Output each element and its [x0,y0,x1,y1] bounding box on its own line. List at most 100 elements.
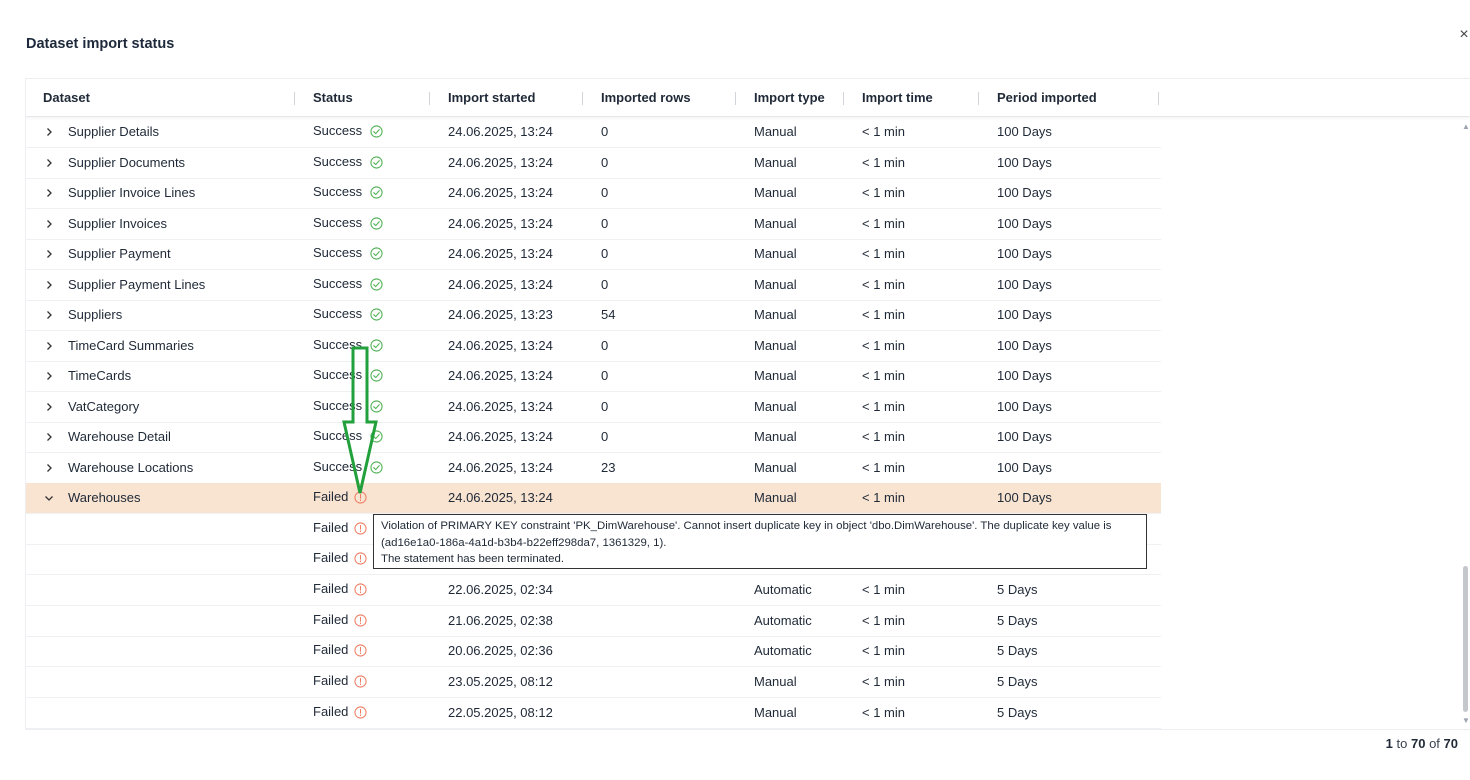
chevron-right-icon[interactable] [43,218,55,230]
import-started: 24.06.2025, 13:24 [448,276,553,292]
alert-circle-icon [354,522,367,535]
dataset-name: Supplier Payment Lines [68,276,206,292]
column-resize-handle[interactable] [735,92,736,105]
period-imported: 5 Days [997,674,1038,689]
check-circle-icon [370,247,383,260]
chevron-right-icon[interactable] [43,187,55,199]
import-started: 20.06.2025, 02:36 [448,643,553,658]
table-row[interactable]: Suppliers Success 24.06.2025, 13:23 54 Manua… [26,300,1161,331]
import-time: < 1 min [862,154,905,170]
period-imported: 5 Days [997,643,1038,658]
dataset-name: Warehouses [68,490,141,505]
period-imported: 100 Days [997,185,1052,200]
chevron-right-icon[interactable] [43,309,55,321]
import-started: 24.06.2025, 13:24 [448,215,553,231]
table-row[interactable]: Supplier Documents Success 24.06.2025, 13:… [26,148,1161,179]
imported-rows: 0 [601,246,609,261]
table-row[interactable]: Supplier Invoices Success 24.06.2025, 13:2… [26,209,1161,240]
dataset-name: TimeCard Summaries [68,337,194,353]
period-imported: 100 Days [997,276,1052,292]
column-resize-handle[interactable] [843,92,844,105]
status-text: Success [313,214,363,230]
imported-rows: 54 [601,307,616,322]
chevron-down-icon[interactable] [43,492,55,504]
import-type: Manual [754,276,797,292]
import-time: < 1 min [862,185,905,200]
history-row[interactable]: Failed 22.06.2025, 02:34 Automatic < 1 min 5… [26,575,1161,606]
imported-rows: 0 [601,337,609,353]
table-row[interactable]: Supplier Payment Lines Success 24.06.2025,… [26,270,1161,301]
column-resize-handle[interactable] [978,92,979,105]
period-imported: 100 Days [997,429,1052,444]
column-resize-handle[interactable] [582,92,583,105]
chevron-right-icon[interactable] [43,401,55,413]
table-row[interactable]: Supplier Payment Success 24.06.2025, 13:24… [26,239,1161,270]
chevron-right-icon[interactable] [43,462,55,474]
chevron-right-icon[interactable] [43,157,55,169]
scroll-up-icon[interactable]: ▲ [1462,122,1470,131]
import-time: < 1 min [862,582,905,597]
period-imported: 100 Days [997,246,1052,261]
column-header-import-type[interactable]: Import type [754,79,825,117]
import-started: 24.06.2025, 13:23 [448,307,553,322]
column-header-imported-rows[interactable]: Imported rows [601,79,691,117]
close-icon[interactable]: × [1456,26,1470,44]
column-resize-handle[interactable] [294,92,295,105]
import-type: Automatic [754,613,812,628]
column-header-dataset[interactable]: Dataset [43,79,90,117]
table-row[interactable]: Warehouse Detail Success 24.06.2025, 13:24… [26,422,1161,453]
chevron-right-icon[interactable] [43,340,55,352]
import-time: < 1 min [862,429,905,444]
import-type: Manual [754,429,797,444]
import-started: 24.06.2025, 13:24 [448,337,553,353]
column-header-import-started[interactable]: Import started [448,79,535,117]
grid-body: Supplier Details Success 24.06.2025, 13:24… [26,117,1161,729]
check-circle-icon [370,155,383,169]
chevron-right-icon[interactable] [43,431,55,443]
chevron-right-icon[interactable] [43,279,55,291]
column-header-import-time[interactable]: Import time [862,79,933,117]
history-row[interactable]: Failed 23.05.2025, 08:12 Manual < 1 min 5 Da… [26,667,1161,698]
dataset-name: TimeCards [68,368,132,383]
import-started: 24.06.2025, 13:24 [448,124,553,139]
alert-circle-icon [354,583,367,596]
import-started: 22.05.2025, 08:12 [448,705,553,720]
table-row[interactable]: Supplier Details Success 24.06.2025, 13:24… [26,117,1161,148]
chevron-right-icon[interactable] [43,126,55,138]
history-row[interactable]: Failed 20.06.2025, 02:36 Automatic < 1 min 5… [26,636,1161,667]
table-row[interactable]: Supplier Invoice Lines Success 24.06.2025,… [26,178,1161,209]
scroll-down-icon[interactable]: ▼ [1462,716,1470,725]
column-resize-handle[interactable] [429,92,430,105]
modal-title: Dataset import status [26,36,175,52]
import-time: < 1 min [862,307,905,322]
import-started: 22.06.2025, 02:34 [448,582,553,597]
column-header-status[interactable]: Status [313,79,353,117]
column-header-period-imported[interactable]: Period imported [997,79,1097,117]
import-time: < 1 min [862,215,905,231]
import-started: 24.06.2025, 13:24 [448,154,553,170]
table-row[interactable]: Warehouse Locations Success 24.06.2025, 13… [26,453,1161,484]
column-resize-handle[interactable] [1158,92,1159,105]
dataset-name: Warehouse Detail [68,429,171,444]
check-circle-icon [370,186,383,199]
scrollbar-thumb[interactable] [1463,566,1468,712]
alert-circle-icon [354,675,367,688]
dataset-name: Supplier Documents [68,154,186,170]
chevron-right-icon[interactable] [43,370,55,382]
table-row[interactable]: Warehouses Failed 24.06.2025, 13:24 Manual <… [26,483,1161,514]
import-time: < 1 min [862,705,905,720]
imported-rows: 0 [601,398,609,414]
alert-circle-icon [354,552,367,565]
import-status-grid: Dataset Status Import started Imported r… [25,78,1470,730]
table-row[interactable]: TimeCard Summaries Success 24.06.2025, 13:… [26,331,1161,362]
vertical-scrollbar[interactable]: ▲ ▼ [1460,118,1470,730]
table-row[interactable]: VatCategory Success 24.06.2025, 13:24 0 Manu… [26,392,1161,423]
period-imported: 100 Days [997,398,1052,414]
annotation-arrow-icon [342,346,378,494]
imported-rows: 23 [601,459,616,475]
table-row[interactable]: TimeCards Success 24.06.2025, 13:24 0 Manual… [26,361,1161,392]
import-time: < 1 min [862,459,905,475]
history-row[interactable]: Failed 21.06.2025, 02:38 Automatic < 1 min 5… [26,606,1161,637]
history-row[interactable]: Failed 22.05.2025, 08:12 Manual < 1 min 5 Da… [26,698,1161,729]
chevron-right-icon[interactable] [43,248,55,260]
